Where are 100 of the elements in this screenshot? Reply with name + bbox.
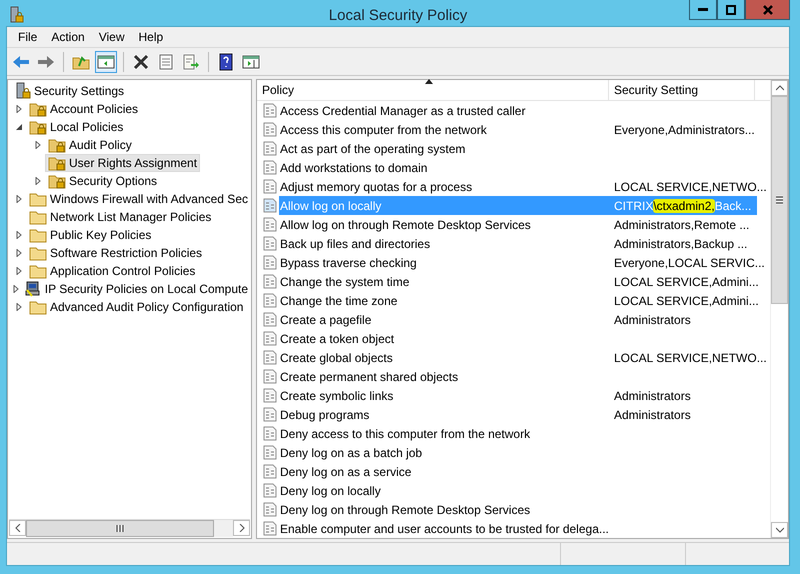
minimize-icon [698,8,708,11]
policy-name: Back up files and directories [280,236,432,250]
expand-arrow-icon[interactable] [15,303,23,311]
locked-folder-icon [48,137,66,153]
policy-row[interactable]: Access this computer from the network Everyone,Administrators... [257,120,770,139]
tree-item[interactable]: Software Restriction Policies [26,244,206,262]
expand-arrow-icon[interactable] [15,231,23,239]
policy-row[interactable]: Deny log on as a service [257,462,770,481]
policy-icon [263,179,277,194]
server-lock-icon [15,82,31,100]
policy-name: Allow log on through Remote Desktop Services [280,218,532,232]
scroll-right-button[interactable] [233,520,250,536]
policy-name: Access this computer from the network [280,122,488,136]
policy-icon [263,198,277,213]
tree-item[interactable]: Network List Manager Policies [26,208,214,226]
tree-item[interactable]: Public Key Policies [26,226,154,244]
policy-row[interactable]: Enable computer and user accounts to be trusted for delega... [257,519,770,538]
folder-icon [29,245,47,261]
policy-name: Access Credential Manager as a trusted caller [280,104,526,118]
policy-icon [263,369,277,384]
policy-row[interactable]: Allow log on through Remote Desktop Services Administrators,Remote ... [257,215,770,234]
scroll-left-button[interactable] [9,520,26,536]
policy-row[interactable]: Act as part of the operating system [257,139,770,158]
policy-row[interactable]: Debug programs Administrators [257,405,770,424]
expand-arrow-icon[interactable] [15,105,23,113]
policy-name: Allow log on locally [280,198,382,212]
policy-name: Adjust memory quotas for a process [280,180,474,194]
tree-item[interactable]: Local Policies [26,118,126,136]
close-button[interactable] [745,0,790,20]
security-setting: Administrators,Remote ... [614,218,750,232]
folder-icon [29,299,47,315]
menu-item[interactable]: Help [132,28,170,46]
policy-row[interactable]: Deny log on through Remote Desktop Services [257,500,770,519]
tree-item[interactable]: Advanced Audit Policy Configuration [26,298,246,316]
policy-icon [263,293,277,308]
policy-row[interactable]: Adjust memory quotas for a process LOCAL SERVICE,NETWO... [257,177,770,196]
maximize-button[interactable] [717,0,745,20]
policy-row[interactable]: Access Credential Manager as a trusted caller [257,101,770,120]
tree-item[interactable]: Account Policies [26,100,142,118]
chevron-up-icon [776,85,784,91]
policy-row[interactable]: Add workstations to domain [257,158,770,177]
tree-item[interactable]: Windows Firewall with Advanced Sec [26,190,251,208]
properties-icon [158,54,174,70]
column-header[interactable]: Security Setting [609,80,755,100]
policy-row[interactable]: Deny log on locally [257,481,770,500]
policy-icon [263,483,277,498]
policy-row[interactable]: Change the time zone LOCAL SERVICE,Admini... [257,291,770,310]
folder-icon [29,263,47,279]
minimize-button[interactable] [689,0,717,20]
column-header[interactable]: Policy [257,80,609,100]
security-setting: CITRIX\ctxadmin2,Back... [614,198,752,212]
computer-key-icon [24,281,42,297]
tree-item[interactable]: Security Settings [12,82,128,100]
policy-name: Create symbolic links [280,388,394,402]
policy-icon [263,160,277,175]
policy-row[interactable]: Create global objects LOCAL SERVICE,NETWO... [257,348,770,367]
maximize-icon [726,4,736,14]
menu-item[interactable]: View [92,28,132,46]
security-setting: Administrators [614,312,692,326]
policy-row[interactable]: Create symbolic links Administrators [257,386,770,405]
folder-icon [28,191,47,207]
tree-item[interactable]: IP Security Policies on Local Compute [20,280,251,298]
expand-arrow-icon[interactable] [12,285,20,293]
locked-folder-icon [48,173,66,189]
policy-icon [263,445,277,460]
expand-arrow-icon[interactable] [34,177,42,185]
policy-row[interactable]: Change the system time LOCAL SERVICE,Admini... [257,272,770,291]
policy-row[interactable]: Deny log on as a batch job [257,443,770,462]
policy-name: Create a token object [280,332,396,346]
policy-row[interactable]: Deny access to this computer from the network [257,424,770,443]
scrollbar-thumb[interactable] [26,520,214,537]
policy-row[interactable]: Create permanent shared objects [257,367,770,386]
policy-icon [263,331,277,346]
policy-row[interactable]: Create a pagefile Administrators [257,310,770,329]
expand-arrow-icon[interactable] [15,267,23,275]
policy-name: Create global objects [280,350,394,364]
menu-item[interactable]: File [11,28,44,46]
policy-name: Create permanent shared objects [280,370,460,384]
policy-row[interactable]: Back up files and directories Administrators,Backup ... [257,234,770,253]
expand-arrow-icon[interactable] [34,141,42,149]
grip-icon [116,525,124,532]
expand-arrow-icon[interactable] [14,195,23,203]
policy-name: Bypass traverse checking [280,256,418,270]
expand-arrow-icon[interactable] [15,249,23,257]
policy-row[interactable]: Bypass traverse checking Everyone,LOCAL SERVIC... [257,253,770,272]
policy-row[interactable]: Create a token object [257,329,770,348]
toolbar-button[interactable] [95,50,117,72]
menu-item[interactable]: Action [44,28,92,46]
scroll-down-button[interactable] [771,522,788,538]
tree-item[interactable]: Application Control Policies [26,262,198,280]
collapse-arrow-icon[interactable] [15,123,23,131]
scrollbar-thumb[interactable] [771,96,788,304]
tree-item[interactable]: Security Options [45,172,160,190]
tree-item[interactable]: User Rights Assignment [45,154,200,172]
policy-icon [263,122,277,137]
scroll-up-button[interactable] [771,80,788,96]
tree-item[interactable]: Audit Policy [45,136,135,154]
folder-icon [29,209,47,225]
locked-folder-icon [29,101,47,117]
policy-icon [263,217,277,232]
